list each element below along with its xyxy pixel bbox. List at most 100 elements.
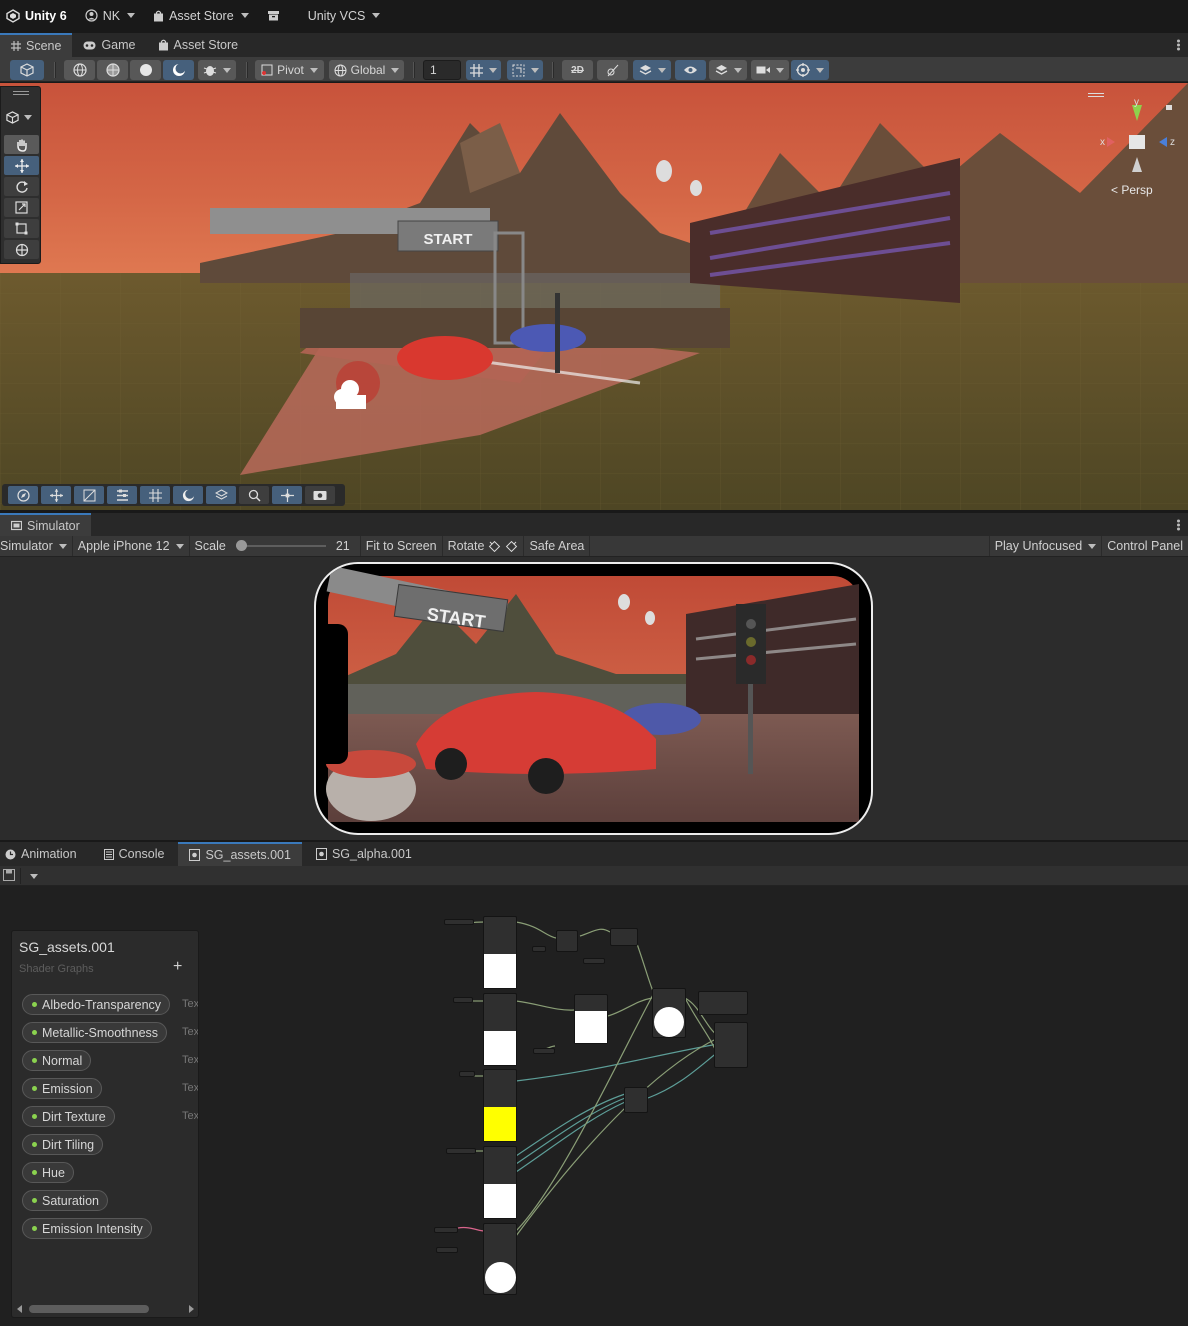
blackboard-property[interactable]: Normal — [22, 1050, 92, 1071]
hue-node[interactable] — [574, 994, 608, 1044]
view-mode-dropdown[interactable]: Simulator — [0, 536, 73, 556]
master-stack-fragment[interactable] — [714, 1022, 748, 1068]
blackboard-property[interactable]: Dirt Tiling — [22, 1134, 104, 1155]
move-overlay-button[interactable] — [41, 486, 71, 504]
safe-area-toggle[interactable]: Safe Area — [524, 536, 591, 556]
unlit-button[interactable] — [130, 60, 161, 80]
blackboard-property[interactable]: Hue — [22, 1162, 74, 1183]
horizontal-scrollbar[interactable] — [14, 1302, 198, 1316]
shaded-wireframe-button[interactable] — [97, 60, 128, 80]
tool-context-dropdown[interactable] — [6, 111, 32, 124]
more-options-icon[interactable] — [1177, 39, 1180, 51]
saturation-node[interactable] — [652, 988, 686, 1038]
grid-increment-field[interactable]: 1 — [423, 60, 461, 80]
property-node[interactable] — [446, 1148, 476, 1154]
property-node[interactable] — [453, 997, 473, 1003]
property-node[interactable] — [436, 1247, 458, 1253]
vcs-dropdown[interactable]: Unity VCS — [308, 9, 381, 23]
search-overlay-button[interactable] — [239, 486, 269, 504]
blackboard-property[interactable]: Albedo-Transparency — [22, 994, 171, 1015]
gizmos-dropdown[interactable] — [791, 60, 829, 80]
debug-draw-mode-button[interactable] — [198, 60, 236, 80]
lock-icon[interactable] — [1166, 105, 1172, 110]
scale-slider-thumb[interactable] — [236, 540, 248, 551]
align-overlay-button[interactable] — [107, 486, 137, 504]
asset-store-dropdown[interactable]: Asset Store — [153, 9, 249, 23]
hand-tool-button[interactable] — [4, 135, 39, 154]
shader-graph-canvas[interactable]: SG_assets.001 Shader Graphs + Albedo-Tra… — [0, 886, 1188, 1326]
pivot-dropdown[interactable]: Pivot — [255, 60, 324, 80]
tab-animation[interactable]: Animation — [0, 842, 88, 866]
rotate-right-icon[interactable] — [505, 540, 518, 553]
snap-overlay-button[interactable] — [74, 486, 104, 504]
pivot-overlay-button[interactable] — [272, 486, 302, 504]
play-mode-dropdown[interactable]: Play Unfocused — [988, 536, 1103, 556]
save-asset-button[interactable] — [3, 869, 16, 882]
add-property-button[interactable]: + — [173, 958, 182, 976]
tab-asset-store[interactable]: Asset Store — [147, 33, 250, 57]
camera-overlay-button[interactable] — [305, 486, 335, 504]
emission-multiply-node[interactable] — [624, 1087, 648, 1113]
scale-tool-button[interactable] — [4, 198, 39, 217]
global-dropdown[interactable]: Global — [329, 60, 404, 80]
lerp-node[interactable] — [610, 928, 638, 946]
property-node[interactable] — [444, 919, 474, 925]
rotate-tool-button[interactable] — [4, 177, 39, 196]
blackboard-property[interactable]: Saturation — [22, 1190, 108, 1211]
grid-snap-button[interactable] — [466, 60, 501, 80]
layers-dropdown[interactable] — [709, 60, 747, 80]
property-node[interactable] — [434, 1227, 458, 1233]
camera-dropdown[interactable] — [751, 60, 789, 80]
move-tool-button[interactable] — [4, 156, 39, 175]
viewport-menu-handle[interactable] — [1088, 93, 1104, 97]
scene-viewport[interactable]: START x y z < Persp — [0, 83, 1188, 510]
sample-texture-node[interactable] — [483, 1069, 517, 1142]
fit-to-screen-button[interactable]: Fit to Screen — [361, 536, 443, 556]
device-frame[interactable]: START — [314, 562, 873, 835]
lighting-toggle-button[interactable] — [597, 60, 628, 80]
blackboard-property[interactable]: Metallic-Smoothness — [22, 1022, 168, 1043]
property-node[interactable] — [459, 1071, 475, 1077]
rotate-left-icon[interactable] — [488, 540, 501, 553]
save-options-dropdown[interactable] — [20, 868, 44, 884]
sample-texture-node[interactable] — [483, 916, 517, 989]
tab-sg-alpha[interactable]: SG_alpha.001 — [302, 842, 423, 866]
wireframe-button[interactable] — [64, 60, 95, 80]
property-node[interactable] — [533, 1048, 555, 1054]
property-node[interactable] — [583, 958, 605, 964]
sample-texture-node[interactable] — [483, 1146, 517, 1219]
unity-menu[interactable]: Unity 6 — [6, 9, 67, 23]
2d-toggle-button[interactable]: 2D — [562, 60, 593, 80]
sample-texture-node[interactable] — [483, 993, 517, 1066]
tab-sg-assets[interactable]: SG_assets.001 — [178, 842, 302, 866]
projection-toggle[interactable]: < Persp — [1111, 183, 1153, 197]
tab-simulator[interactable]: Simulator — [0, 513, 91, 536]
layers-overlay-button[interactable] — [206, 486, 236, 504]
tiling-node[interactable] — [483, 1223, 517, 1295]
orientation-gizmo[interactable]: x y z < Persp — [1095, 97, 1180, 197]
package-button[interactable] — [267, 10, 280, 21]
view-cube-button[interactable] — [10, 60, 44, 80]
control-panel-button[interactable]: Control Panel — [1102, 536, 1188, 556]
grid-overlay-button[interactable] — [140, 486, 170, 504]
transform-tool-button[interactable] — [4, 240, 39, 259]
rect-tool-button[interactable] — [4, 219, 39, 238]
scroll-right-icon[interactable] — [189, 1305, 194, 1313]
scroll-left-icon[interactable] — [17, 1305, 22, 1313]
property-node[interactable] — [532, 946, 546, 952]
scale-slider[interactable] — [235, 540, 326, 552]
blackboard-property[interactable]: Dirt Texture — [22, 1106, 115, 1127]
effects-dropdown[interactable] — [633, 60, 671, 80]
tab-console[interactable]: Console — [88, 842, 179, 866]
scene-visibility-button[interactable] — [675, 60, 706, 80]
more-options-icon[interactable] — [1177, 519, 1180, 530]
compass-overlay-button[interactable] — [8, 486, 38, 504]
device-dropdown[interactable]: Apple iPhone 12 — [73, 536, 190, 556]
shading-overlay-button[interactable] — [173, 486, 203, 504]
blackboard-property[interactable]: Emission — [22, 1078, 102, 1099]
account-dropdown[interactable]: NK — [85, 9, 136, 23]
shaded-button[interactable] — [163, 60, 194, 80]
tab-game[interactable]: Game — [72, 33, 146, 57]
tab-scene[interactable]: Scene — [0, 33, 73, 57]
master-stack-vertex[interactable] — [698, 991, 748, 1015]
